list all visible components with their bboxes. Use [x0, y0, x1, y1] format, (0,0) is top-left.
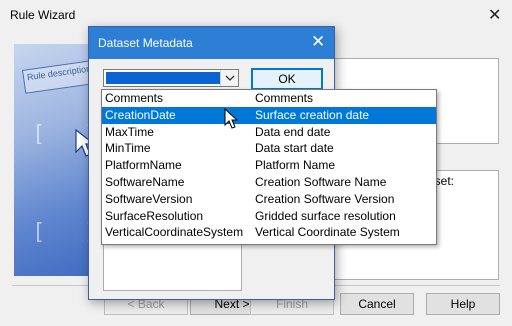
- dropdown-option[interactable]: CreationDate Surface creation date: [102, 106, 436, 124]
- option-key: SoftwareVersion: [105, 191, 193, 206]
- metadata-key-combo[interactable]: [103, 69, 239, 87]
- option-description: Data end date: [255, 124, 331, 139]
- option-description: Platform Name: [255, 158, 336, 173]
- combo-selected-value: [106, 72, 220, 84]
- dropdown-option[interactable]: SurfaceResolution Gridded surface resolut…: [102, 208, 436, 225]
- option-key: CreationDate: [105, 107, 176, 122]
- mouse-cursor-icon: [224, 108, 239, 129]
- option-description: Vertical Coordinate System: [255, 225, 400, 240]
- option-key: PlatformName: [105, 158, 182, 173]
- option-description: Gridded surface resolution: [255, 208, 396, 223]
- dropdown-option[interactable]: MaxTime Data end date: [102, 124, 436, 141]
- dialog-close-icon[interactable]: ✕: [311, 32, 325, 52]
- option-key: SoftwareName: [105, 174, 185, 189]
- option-key: Comments: [105, 91, 164, 105]
- option-description: Creation Software Version: [255, 191, 395, 206]
- wizard-close-icon[interactable]: ✕: [488, 5, 501, 25]
- bracket-icon: [: [32, 122, 46, 147]
- wizard-title: Rule Wizard: [10, 8, 76, 22]
- option-key: MinTime: [105, 141, 151, 156]
- chevron-down-icon: [225, 75, 234, 81]
- dropdown-option[interactable]: Comments Comments: [102, 90, 436, 107]
- combo-dropdown-button[interactable]: [220, 70, 238, 86]
- dropdown-option[interactable]: SoftwareVersion Creation Software Version: [102, 191, 436, 208]
- help-button[interactable]: Help: [426, 293, 500, 315]
- option-description: Data start date: [255, 141, 334, 156]
- cancel-button[interactable]: Cancel: [340, 293, 414, 315]
- option-description: Creation Software Name: [255, 174, 387, 189]
- dropdown-option[interactable]: SoftwareName Creation Software Name: [102, 174, 436, 191]
- metadata-dropdown-list[interactable]: Comments Comments CreationDate Surface crea…: [101, 89, 437, 245]
- ok-button[interactable]: OK: [251, 68, 323, 90]
- dropdown-option[interactable]: PlatformName Platform Name: [102, 157, 436, 174]
- dialog-title-bar[interactable]: Dataset Metadata ✕: [89, 27, 334, 59]
- option-key: VerticalCoordinateSystem: [105, 225, 244, 240]
- option-description: Surface creation date: [255, 107, 370, 122]
- dropdown-option[interactable]: VerticalCoordinateSystem Vertical Coordin…: [102, 224, 436, 241]
- dialog-title: Dataset Metadata: [98, 36, 193, 50]
- dropdown-option[interactable]: MinTime Data start date: [102, 140, 436, 157]
- bracket-icon: [: [32, 220, 46, 245]
- option-key: SurfaceResolution: [105, 208, 204, 223]
- option-description: Comments: [255, 91, 314, 105]
- option-key: MaxTime: [105, 124, 154, 139]
